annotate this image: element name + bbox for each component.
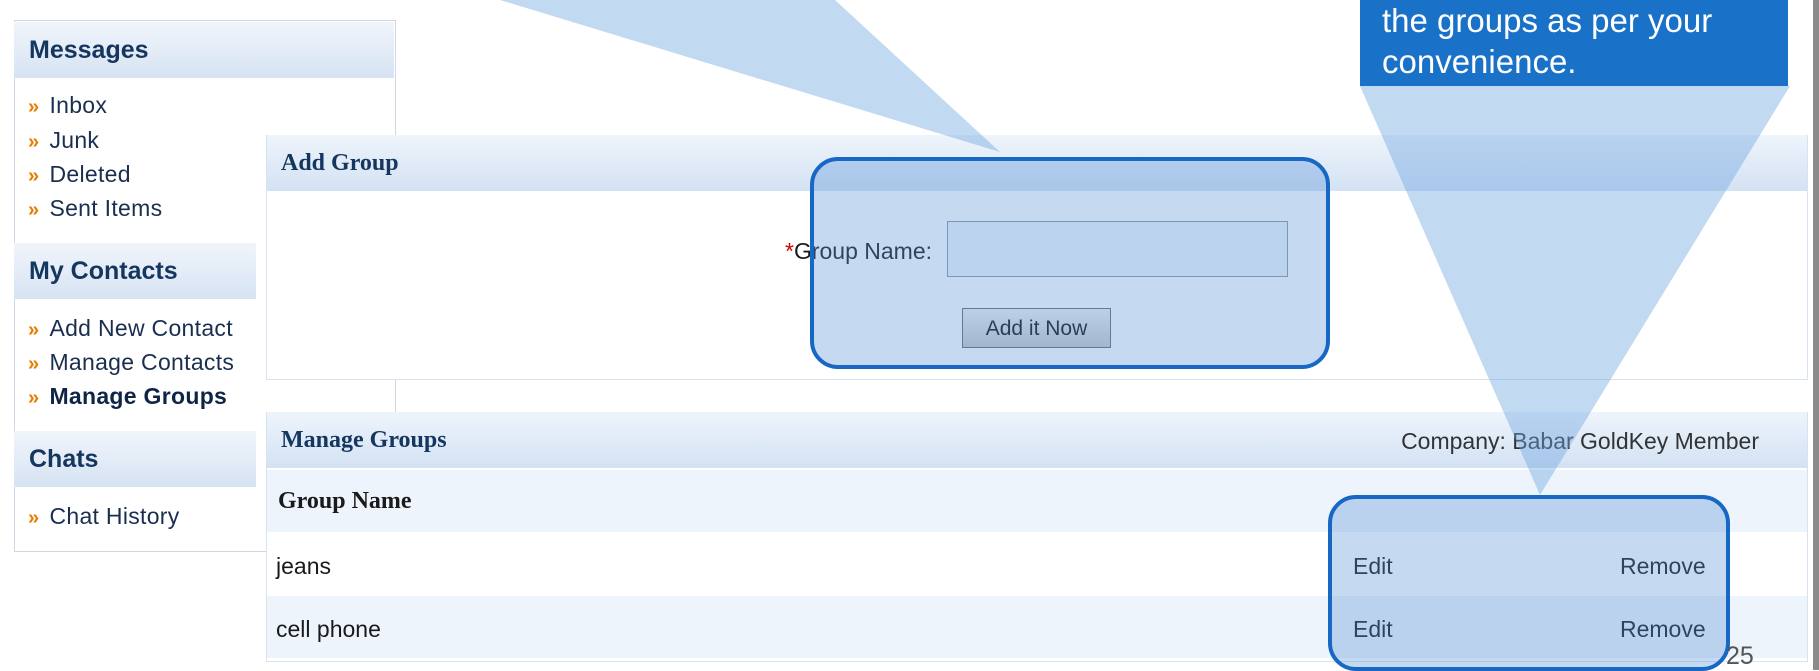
double-chevron-icon: »	[28, 131, 40, 153]
group-name-cell: cell phone	[276, 616, 381, 642]
highlight-add-group-form	[810, 157, 1330, 369]
sidebar-item-deleted[interactable]: » Deleted	[28, 161, 131, 188]
sidebar-item-add-new-contact[interactable]: » Add New Contact	[28, 315, 233, 342]
callout-line: the groups as per your	[1382, 2, 1713, 39]
sidebar-item-manage-groups[interactable]: » Manage Groups	[28, 383, 227, 410]
column-header-group-name: Group Name	[278, 488, 412, 514]
sidebar-header-messages: Messages	[14, 22, 394, 78]
sidebar-item-inbox[interactable]: » Inbox	[28, 92, 107, 119]
required-marker: *	[785, 238, 794, 264]
double-chevron-icon: »	[28, 165, 40, 187]
slide-number: 25	[1726, 642, 1754, 670]
sidebar-item-manage-contacts[interactable]: » Manage Contacts	[28, 349, 234, 376]
callout-box: the groups as per your convenience.	[1360, 0, 1788, 86]
sidebar-header-chats: Chats	[14, 431, 256, 487]
sidebar-header-my-contacts: My Contacts	[14, 243, 256, 299]
group-name-cell: jeans	[276, 553, 331, 579]
double-chevron-icon: »	[28, 353, 40, 375]
sidebar-item-junk[interactable]: » Junk	[28, 127, 99, 154]
double-chevron-icon: »	[28, 387, 40, 409]
sidebar-item-chat-history[interactable]: » Chat History	[28, 503, 180, 530]
double-chevron-icon: »	[28, 319, 40, 341]
callout-pointer-left	[500, 0, 1000, 152]
double-chevron-icon: »	[28, 96, 40, 118]
double-chevron-icon: »	[28, 199, 40, 221]
company-label: Company: Babar GoldKey Member	[1401, 428, 1759, 454]
highlight-edit-remove-actions	[1328, 495, 1730, 671]
sidebar-item-sent-items[interactable]: » Sent Items	[28, 195, 162, 222]
callout-line: convenience.	[1382, 43, 1577, 80]
slide-border	[1813, 0, 1819, 670]
double-chevron-icon: »	[28, 507, 40, 529]
